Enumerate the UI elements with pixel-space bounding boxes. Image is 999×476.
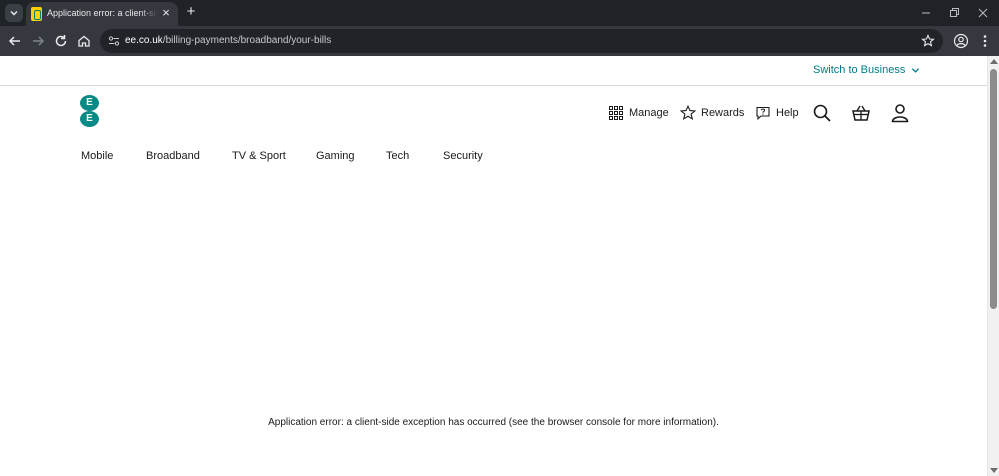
switch-to-business-link[interactable]: Switch to Business	[813, 64, 920, 76]
chevron-down-icon	[912, 67, 920, 73]
chevron-down-icon	[10, 10, 18, 16]
nav-security[interactable]: Security	[443, 150, 483, 162]
ee-favicon-icon	[31, 7, 42, 21]
nav-gaming[interactable]: Gaming	[316, 150, 355, 162]
page-viewport: Switch to Business E E Manage Rewards He…	[0, 56, 999, 476]
url-host: ee.co.uk	[125, 35, 163, 46]
nav-mobile[interactable]: Mobile	[81, 150, 113, 162]
ee-logo[interactable]: E E	[80, 95, 99, 127]
rewards-link[interactable]: Rewards	[680, 105, 744, 121]
new-tab-button[interactable]: +	[183, 4, 199, 20]
arrow-left-icon	[8, 36, 20, 46]
scroll-up-arrow-icon[interactable]	[990, 59, 998, 64]
nav-broadband[interactable]: Broadband	[146, 150, 200, 162]
switch-to-business-label: Switch to Business	[813, 64, 906, 76]
address-bar[interactable]: ee.co.uk/billing-payments/broadband/your…	[100, 29, 943, 53]
rewards-label: Rewards	[701, 107, 745, 119]
reload-button[interactable]	[52, 32, 70, 50]
logo-letter-bottom: E	[80, 111, 99, 127]
close-icon	[978, 8, 988, 18]
grid-icon	[609, 106, 623, 120]
star-icon	[680, 105, 696, 121]
account-icon[interactable]	[890, 103, 910, 123]
tab-search-button[interactable]	[5, 4, 23, 22]
top-utility-bar: Switch to Business	[0, 56, 987, 86]
kebab-menu-icon[interactable]	[977, 33, 993, 49]
close-window-button[interactable]	[974, 4, 992, 22]
browser-tab-strip: Application error: a client-side excepti…	[0, 0, 999, 26]
site-info-icon[interactable]	[108, 35, 120, 47]
scroll-down-arrow-icon[interactable]	[990, 468, 998, 473]
help-chat-icon	[756, 106, 770, 121]
browser-toolbar: ee.co.uk/billing-payments/broadband/your…	[0, 26, 999, 56]
profile-icon[interactable]	[953, 33, 969, 49]
minimize-window-button[interactable]	[917, 4, 935, 22]
manage-label: Manage	[629, 107, 669, 119]
manage-link[interactable]: Manage	[608, 105, 669, 121]
reload-icon	[55, 35, 67, 47]
minimize-icon	[922, 12, 930, 14]
arrow-right-icon	[33, 36, 45, 46]
browser-tab-active[interactable]: Application error: a client-side excepti…	[26, 2, 178, 26]
scrollbar-thumb[interactable]	[990, 69, 997, 309]
search-icon[interactable]	[812, 103, 832, 123]
tab-title: Application error: a client-side excepti…	[47, 8, 157, 18]
tab-close-icon[interactable]: ×	[158, 5, 174, 21]
nav-tech[interactable]: Tech	[386, 150, 409, 162]
help-link[interactable]: Help	[755, 105, 799, 121]
url-text[interactable]: ee.co.uk/billing-payments/broadband/your…	[125, 35, 331, 46]
url-path: /billing-payments/broadband/your-bills	[162, 35, 332, 46]
logo-letter-top: E	[80, 95, 99, 111]
basket-icon[interactable]	[851, 103, 871, 123]
home-icon	[78, 35, 90, 47]
page-scrollbar[interactable]	[987, 56, 999, 476]
application-error-message: Application error: a client-side excepti…	[268, 417, 719, 428]
restore-window-button[interactable]	[945, 4, 963, 22]
bookmark-star-icon[interactable]	[921, 34, 935, 48]
home-button[interactable]	[75, 32, 93, 50]
back-button[interactable]	[6, 32, 24, 50]
forward-button[interactable]	[29, 32, 47, 50]
restore-icon	[950, 8, 959, 17]
help-label: Help	[776, 107, 799, 119]
nav-tv-sport[interactable]: TV & Sport	[232, 150, 286, 162]
